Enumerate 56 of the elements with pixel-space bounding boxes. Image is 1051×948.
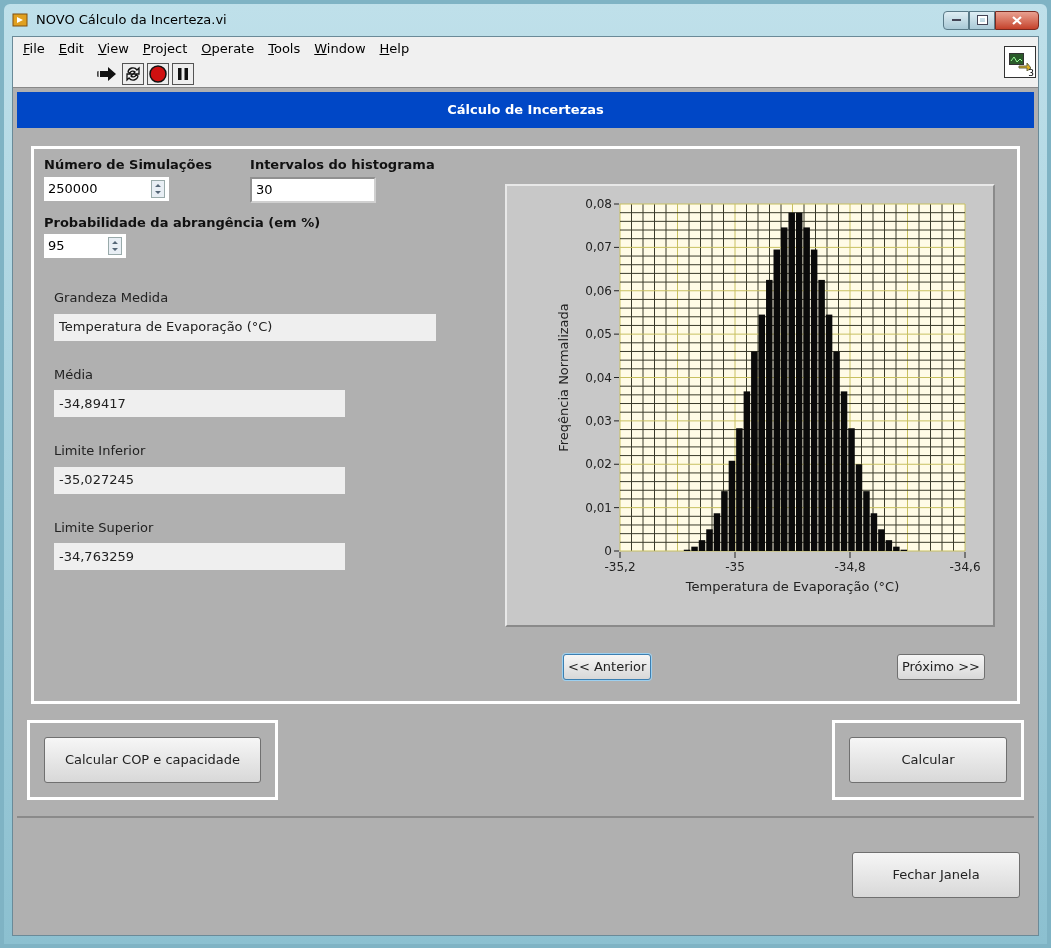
maximize-button[interactable] bbox=[969, 10, 995, 30]
pause-icon[interactable] bbox=[172, 63, 194, 85]
y-tick-label: 0,06 bbox=[585, 283, 612, 298]
push-button[interactable]: << Anterior bbox=[563, 654, 652, 680]
push-button[interactable]: Calcular COP e capacidade bbox=[44, 737, 261, 783]
y-tick-label: 0,03 bbox=[585, 413, 612, 428]
text-indicator: -34,763259 bbox=[54, 543, 345, 570]
indicator-label: Média bbox=[54, 365, 95, 384]
x-tick-label: -34,8 bbox=[834, 560, 866, 574]
y-tick-label: 0,07 bbox=[585, 240, 612, 255]
indicator-label: Grandeza Medida bbox=[54, 289, 170, 307]
field-label: Probabilidade da abrangência (em %) bbox=[44, 213, 322, 232]
spinner-arrows-icon[interactable] bbox=[151, 179, 165, 198]
push-button[interactable]: Próximo >> bbox=[896, 654, 985, 680]
x-tick-label: -35 bbox=[725, 560, 745, 574]
y-tick-label: 0,01 bbox=[585, 500, 612, 515]
y-axis-title: Freqência Normalizada bbox=[556, 303, 571, 452]
menu-item[interactable]: Project bbox=[136, 39, 194, 59]
x-axis-title: Temperatura de Evaporação (°C) bbox=[685, 579, 900, 594]
menu-item[interactable]: Tools bbox=[262, 39, 307, 59]
menu-item[interactable]: Window bbox=[308, 39, 372, 59]
x-tick-label: -34,6 bbox=[949, 560, 981, 574]
scope-icon bbox=[1009, 53, 1031, 71]
menu-item[interactable]: Edit bbox=[52, 39, 90, 59]
minimize-button[interactable] bbox=[943, 10, 969, 30]
text-indicator: -35,027245 bbox=[54, 466, 345, 494]
menu-item[interactable]: Help bbox=[373, 39, 416, 59]
indicator-label: Limite Inferior bbox=[54, 442, 147, 460]
close-icon bbox=[1012, 15, 1022, 25]
number-field[interactable]: 250000 bbox=[44, 176, 169, 201]
push-button[interactable]: Calcular bbox=[849, 737, 1007, 783]
number-field[interactable]: 95 bbox=[44, 234, 126, 258]
number-field[interactable]: 30 bbox=[250, 176, 377, 203]
y-tick-label: 0 bbox=[604, 544, 612, 558]
window-title: NOVO Cálculo da Incerteza.vi bbox=[36, 11, 227, 30]
run-continuously-icon[interactable] bbox=[122, 63, 144, 85]
close-button[interactable] bbox=[995, 10, 1039, 30]
menu-item[interactable]: Operate bbox=[195, 39, 261, 59]
x-tick-label: -35,2 bbox=[604, 560, 636, 574]
app-icon bbox=[12, 12, 28, 28]
push-button[interactable]: Fechar Janela bbox=[852, 851, 1020, 898]
indicator-label: Limite Superior bbox=[54, 518, 155, 537]
y-tick-label: 0,08 bbox=[585, 197, 612, 211]
y-tick-label: 0,02 bbox=[585, 457, 612, 472]
y-tick-label: 0,04 bbox=[585, 370, 612, 385]
spinner-arrows-icon[interactable] bbox=[108, 237, 122, 255]
menu-item[interactable]: View bbox=[91, 39, 135, 59]
abort-icon[interactable] bbox=[147, 63, 169, 85]
text-indicator: -34,89417 bbox=[54, 390, 345, 417]
header-bar: Cálculo de Incertezas bbox=[17, 92, 1034, 128]
field-label: Número de Simulações bbox=[44, 156, 213, 174]
y-tick-label: 0,05 bbox=[585, 327, 612, 342]
instance-number: 3 bbox=[1028, 69, 1034, 78]
text-indicator: Temperatura de Evaporação (°C) bbox=[54, 313, 436, 341]
menu-item[interactable]: File bbox=[17, 39, 51, 59]
field-label: Intervalos do histograma bbox=[250, 156, 435, 174]
